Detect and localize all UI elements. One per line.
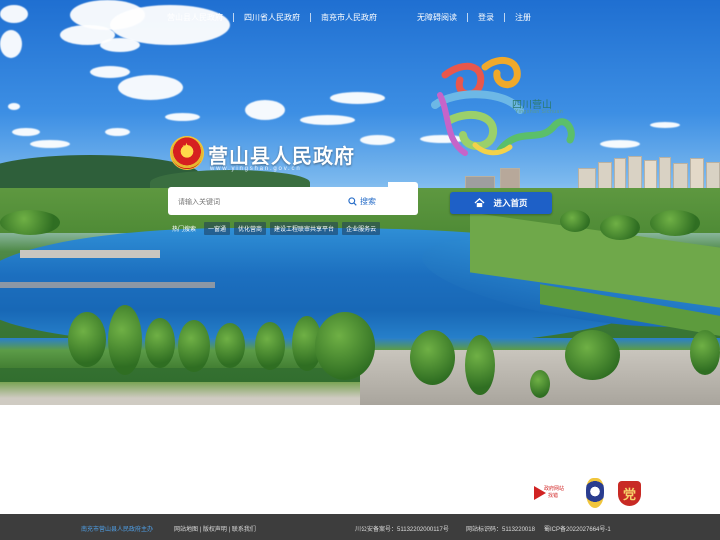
contact-link[interactable]: 联系我们	[232, 524, 256, 533]
footer-host: 南充市营山县人民政府主办	[81, 527, 154, 533]
copyright-link[interactable]: 版权声明	[203, 524, 227, 533]
search-button[interactable]: 搜索	[348, 193, 376, 209]
enter-homepage-button[interactable]: 进入首页	[450, 192, 552, 214]
enter-homepage-label: 进入首页	[493, 198, 528, 208]
search-icon	[348, 196, 357, 206]
footer-divider: |	[199, 527, 202, 533]
hot-search-label: 热门搜索	[172, 227, 197, 233]
hot-search-item[interactable]: 优化营商	[234, 222, 267, 235]
hot-search-item[interactable]: 一窗通	[204, 222, 231, 235]
site-title[interactable]: 营山县人民政府	[208, 140, 355, 169]
hot-search-item[interactable]: 企业服务云	[342, 222, 381, 235]
police-record-number[interactable]: 川公安备案号：51132202000117号	[355, 524, 449, 533]
search-box-tab	[388, 182, 418, 215]
nav-divider	[310, 13, 311, 22]
police-badge-icon[interactable]	[586, 478, 604, 508]
home-icon	[475, 198, 485, 208]
login-link[interactable]: 登录	[478, 12, 494, 23]
gov-badge-line1: 政府网站	[544, 486, 565, 492]
gov-site-error-report-badge[interactable]: 政府网站 找错	[534, 484, 568, 502]
search-button-label: 搜索	[360, 196, 376, 206]
hot-search-row: 热门搜索 一窗通 优化营商 建设工程联审共享平台 企业服务云	[168, 222, 381, 235]
footer-links: 网站地图 | 版权声明 | 联系我们	[174, 524, 256, 533]
sitemap-link[interactable]: 网站地图	[174, 524, 198, 533]
nav-divider	[504, 13, 505, 22]
party-badge-text: 党	[622, 487, 636, 502]
site-domain: www.yingshan.gov.cn	[210, 166, 302, 172]
hot-search-item[interactable]: 建设工程联审共享平台	[270, 222, 339, 235]
accessibility-link[interactable]: 无障碍阅读	[417, 12, 457, 23]
footer-divider: |	[228, 527, 231, 533]
nav-link-yingshan[interactable]: 营山县人民政府	[167, 12, 223, 23]
icp-record-number[interactable]: 蜀ICP备2022027664号-1	[544, 524, 611, 533]
nav-divider	[467, 13, 468, 22]
nav-divider	[233, 13, 234, 22]
emblem-star-icon: ★	[182, 142, 191, 153]
top-nav-right: 无障碍阅读 登录 注册	[417, 12, 531, 23]
party-emblem-badge[interactable]: 党	[618, 481, 641, 506]
register-link[interactable]: 注册	[515, 12, 531, 23]
top-nav-left: 营山县人民政府 四川省人民政府 南充市人民政府	[167, 12, 377, 23]
nav-link-sichuan[interactable]: 四川省人民政府	[244, 12, 300, 23]
search-input[interactable]	[178, 195, 338, 209]
site-code: 网站标识码：5113220018	[466, 527, 535, 533]
logo-subtitle: Yingshan Sichuan	[515, 109, 564, 115]
gov-badge-line2: 找错	[548, 493, 559, 499]
nav-link-nanchong[interactable]: 南充市人民政府	[321, 12, 377, 23]
footer: 南充市营山县人民政府主办 网站地图 | 版权声明 | 联系我们 川公安备案号：5…	[0, 514, 720, 540]
